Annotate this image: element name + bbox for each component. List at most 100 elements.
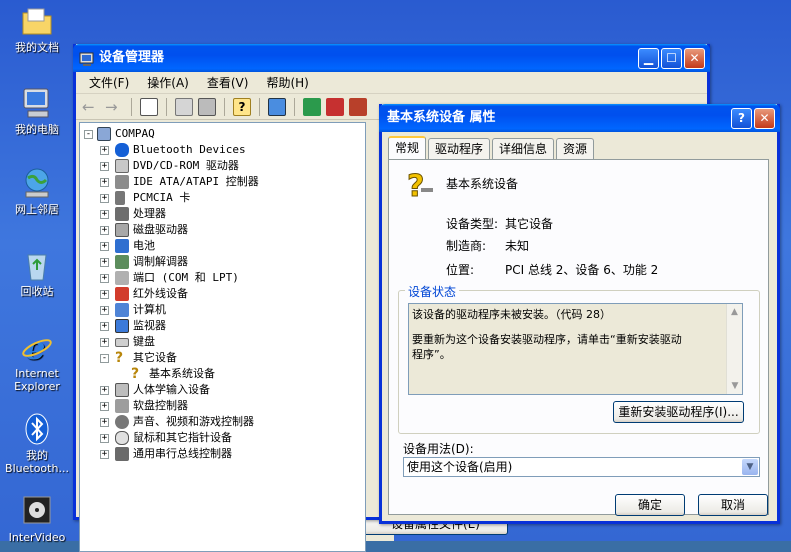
ok-button[interactable]: 确定 — [615, 494, 685, 516]
status-scrollbar[interactable]: ▲ ▼ — [726, 304, 742, 394]
internet-explorer-icon: e — [20, 329, 54, 367]
maximize-button[interactable]: ☐ — [661, 48, 682, 69]
desktop-icon-label: 我的 Bluetooth... — [5, 449, 69, 475]
tab-resources[interactable]: 资源 — [556, 138, 595, 159]
expand-toggle[interactable]: + — [100, 274, 109, 283]
device-usage-select[interactable]: 使用这个设备(启用) ▼ — [403, 457, 760, 477]
status-text: 该设备的驱动程序未被安装。（代码 28） 要重新为这个设备安装驱动程序，请单击“… — [412, 307, 724, 362]
update-driver-icon[interactable] — [303, 97, 321, 116]
tree-node-label: 处理器 — [133, 207, 166, 220]
reinstall-driver-button[interactable]: 重新安装驱动程序(I)... — [613, 401, 744, 423]
speaker-icon — [115, 415, 129, 429]
desktop-icon-label: InterVideo — [8, 531, 66, 544]
expand-toggle[interactable]: + — [100, 338, 109, 347]
modem-icon — [115, 255, 129, 269]
desktop-icon-label: 我的电脑 — [15, 123, 59, 136]
menu-view[interactable]: 查看(V) — [198, 74, 258, 91]
toolbar-separator — [224, 97, 225, 116]
expand-toggle[interactable]: + — [100, 178, 109, 187]
chevron-down-icon[interactable]: ▼ — [742, 459, 758, 475]
tree-node-label: 调制解调器 — [133, 255, 188, 268]
expand-toggle[interactable]: + — [100, 402, 109, 411]
device-manager-icon — [79, 50, 95, 78]
general-tab-panel: ? 基本系统设备 设备类型: 其它设备 制造商: 未知 位置: PCI 总线 2… — [388, 159, 769, 515]
collapse-toggle[interactable]: - — [100, 354, 109, 363]
status-line: 程序”。 — [412, 348, 451, 361]
tab-details[interactable]: 详细信息 — [492, 138, 555, 159]
help-button[interactable]: ? — [731, 108, 752, 129]
expand-toggle[interactable]: + — [100, 258, 109, 267]
toolbar-separator — [166, 97, 167, 116]
device-status-textbox[interactable]: 该设备的驱动程序未被安装。（代码 28） 要重新为这个设备安装驱动程序，请单击“… — [408, 303, 743, 395]
device-type-label: 设备类型: — [446, 217, 499, 231]
properties-title: 基本系统设备 属性 — [387, 110, 496, 125]
desktop-icon-bluetooth[interactable]: 我的 Bluetooth... — [4, 412, 70, 475]
desktop-icon-my-computer[interactable]: 我的电脑 — [4, 86, 70, 136]
scroll-down-arrow-icon[interactable]: ▼ — [727, 378, 743, 394]
expand-toggle[interactable]: + — [100, 162, 109, 171]
close-button[interactable]: ✕ — [754, 108, 775, 129]
scan-hardware-icon[interactable] — [268, 97, 286, 116]
expand-toggle[interactable]: + — [100, 322, 109, 331]
desktop-icon-recycle-bin[interactable]: 回收站 — [4, 248, 70, 298]
desktop-icon-label: 回收站 — [20, 285, 54, 298]
expand-toggle[interactable]: + — [100, 210, 109, 219]
usb-icon — [115, 447, 129, 461]
menu-action[interactable]: 操作(A) — [138, 74, 198, 91]
tree-node-label: 人体学输入设备 — [133, 383, 210, 396]
help-icon[interactable]: ? — [233, 97, 251, 116]
tree-node-label: 红外线设备 — [133, 287, 188, 300]
desktop-icon-internet-explorer[interactable]: e Internet Explorer — [4, 329, 70, 393]
expand-toggle[interactable]: + — [100, 418, 109, 427]
bluetooth-icon — [115, 143, 129, 157]
minimize-button[interactable]: ▁ — [638, 48, 659, 69]
expand-toggle[interactable]: + — [100, 226, 109, 235]
tree-node-label: 计算机 — [133, 303, 166, 316]
toolbar-separator — [131, 97, 132, 116]
forward-arrow-icon[interactable]: → — [105, 98, 123, 116]
close-button[interactable]: ✕ — [684, 48, 705, 69]
properties-titlebar[interactable]: 基本系统设备 属性 ? ✕ — [379, 104, 780, 132]
device-status-group: 设备状态 该设备的驱动程序未被安装。（代码 28） 要重新为这个设备安装驱动程序… — [398, 283, 760, 434]
mouse-icon — [115, 431, 129, 445]
expand-toggle[interactable]: + — [100, 386, 109, 395]
device-usage-value: 使用这个设备(启用) — [407, 460, 513, 474]
cancel-button[interactable]: 取消 — [698, 494, 768, 516]
expand-toggle[interactable]: + — [100, 146, 109, 155]
tree-node-label: IDE ATA/ATAPI 控制器 — [133, 175, 259, 188]
menu-help[interactable]: 帮助(H) — [257, 74, 317, 91]
computer-icon — [97, 127, 111, 141]
svg-text:?: ? — [407, 169, 424, 200]
desktop-icon-intervideo[interactable]: InterVideo — [4, 494, 70, 544]
tree-node-label: 通用串行总线控制器 — [133, 447, 232, 460]
tab-driver[interactable]: 驱动程序 — [428, 138, 491, 159]
processor-icon — [115, 207, 129, 221]
bluetooth-icon — [20, 412, 54, 446]
monitor-icon — [115, 319, 129, 333]
desktop-icon-network[interactable]: 网上邻居 — [4, 166, 70, 216]
scroll-up-arrow-icon[interactable]: ▲ — [727, 304, 742, 320]
disable-device-icon[interactable] — [326, 97, 344, 116]
tab-general[interactable]: 常规 — [388, 136, 427, 159]
device-manager-titlebar[interactable]: 设备管理器 ▁ ☐ ✕ — [73, 44, 710, 72]
expand-toggle[interactable]: + — [100, 290, 109, 299]
expand-toggle[interactable]: + — [100, 194, 109, 203]
expand-toggle[interactable]: + — [100, 242, 109, 251]
tree-node-label: 软盘控制器 — [133, 399, 188, 412]
toolbar-separator — [294, 97, 295, 116]
expand-toggle[interactable]: + — [100, 450, 109, 459]
expand-toggle[interactable]: + — [100, 306, 109, 315]
desktop-icon-my-documents[interactable]: 我的文档 — [4, 4, 70, 54]
question-mark-icon: ? — [115, 350, 124, 366]
question-mark-icon: ? — [403, 168, 435, 205]
show-hide-tree-icon[interactable] — [140, 97, 158, 116]
properties-icon[interactable] — [175, 97, 193, 116]
expand-toggle[interactable]: + — [100, 434, 109, 443]
tab-strip: 常规 驱动程序 详细信息 资源 — [388, 136, 596, 159]
back-arrow-icon[interactable]: ← — [82, 98, 100, 116]
print-icon[interactable] — [198, 97, 216, 116]
device-type-value: 其它设备 — [505, 217, 554, 231]
network-icon — [20, 166, 54, 200]
uninstall-device-icon[interactable] — [349, 97, 367, 116]
collapse-toggle[interactable]: - — [84, 130, 93, 139]
